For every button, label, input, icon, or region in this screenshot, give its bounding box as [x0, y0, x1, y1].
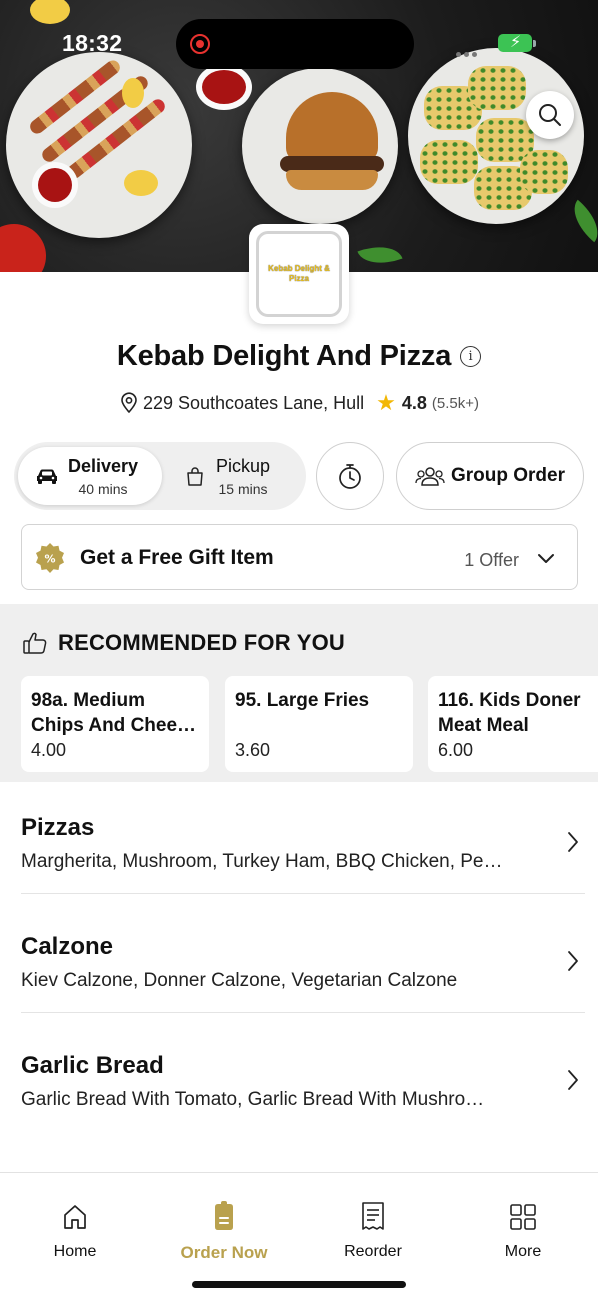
tab-order-now[interactable]: Order Now: [164, 1195, 284, 1263]
recommended-item[interactable]: 95. Large Fries 3.60: [225, 676, 413, 772]
home-indicator: [192, 1281, 406, 1288]
lemon-image: [122, 78, 144, 108]
recommended-item[interactable]: 98a. Medium Chips And Chee… 4.00: [21, 676, 209, 772]
tab-label: Reorder: [344, 1243, 402, 1260]
screen-record-icon: [190, 34, 210, 54]
svg-text:%: %: [44, 553, 55, 566]
location-pin-icon: [121, 392, 137, 414]
category-description: Garlic Bread With Tomato, Garlic Bread W…: [21, 1089, 485, 1110]
chevron-right-icon: [568, 1070, 578, 1090]
pickup-time: 15 mins: [218, 480, 268, 497]
house-icon: [64, 1205, 86, 1229]
tab-reorder[interactable]: Reorder: [313, 1195, 433, 1261]
category-description: Kiev Calzone, Donner Calzone, Vegetarian…: [21, 970, 458, 991]
delivery-label: Delivery: [68, 455, 139, 476]
category-row-pizzas[interactable]: Pizzas Margherita, Mushroom, Turkey Ham,…: [0, 784, 598, 902]
car-icon: [37, 469, 57, 484]
pickup-label: Pickup: [216, 455, 271, 476]
group-order-label: Group Order: [450, 465, 565, 486]
item-price: 3.60: [235, 740, 271, 760]
tomato-image: [0, 224, 46, 272]
leaf-image: [563, 199, 598, 243]
shopping-bag-icon: [187, 467, 203, 486]
sauce-bowl-image: [32, 162, 78, 208]
info-icon[interactable]: i: [460, 346, 482, 367]
item-name-line: Meat Meal: [438, 715, 529, 736]
search-button[interactable]: [526, 91, 574, 139]
bread-image: [520, 150, 568, 194]
category-name: Calzone: [21, 933, 114, 960]
schedule-button[interactable]: [316, 442, 384, 510]
rating-value: 4.8: [401, 392, 427, 413]
item-name-line: 98a. Medium: [31, 690, 146, 711]
offer-banner[interactable]: % Get a Free Gift Item 1 Offer: [21, 524, 578, 590]
category-name: Garlic Bread: [21, 1052, 164, 1079]
item-name-line: Chips And Chee…: [31, 715, 197, 736]
restaurant-name: Kebab Delight And Pizza: [116, 340, 452, 372]
signal-dots-icon: [456, 44, 480, 62]
category-row-calzone[interactable]: Calzone Kiev Calzone, Donner Calzone, Ve…: [0, 903, 598, 1021]
sauce-bowl-image: [196, 64, 252, 110]
item-name-line: 95. Large Fries: [235, 690, 370, 711]
status-time: 18:32: [62, 30, 123, 56]
bread-image: [468, 66, 526, 110]
category-description: Margherita, Mushroom, Turkey Ham, BBQ Ch…: [21, 851, 503, 872]
receipt-icon: [362, 1202, 384, 1230]
lemon-image: [30, 0, 70, 24]
order-bag-icon: [215, 1201, 233, 1230]
restaurant-logo: Kebab Delight & Pizza: [249, 224, 349, 324]
rating-count: (5.5k+): [431, 394, 480, 412]
bread-image: [420, 140, 478, 184]
leaf-image: [357, 237, 403, 272]
divider: [21, 1012, 585, 1013]
chevron-down-icon: [538, 554, 554, 563]
group-icon: [415, 467, 445, 486]
battery-charging-icon: ⚡: [498, 34, 536, 52]
search-icon: [539, 104, 561, 126]
discount-badge-icon: %: [36, 543, 64, 573]
restaurant-meta: 229 Southcoates Lane, Hull ★ 4.8 (5.5k+): [0, 392, 598, 414]
item-price: 4.00: [31, 740, 67, 760]
tab-more[interactable]: More: [463, 1195, 583, 1261]
restaurant-address: 229 Southcoates Lane, Hull: [142, 392, 365, 413]
tab-label: Order Now: [180, 1243, 268, 1262]
pickup-option[interactable]: Pickup 15 mins: [182, 447, 300, 505]
category-row-garlic-bread[interactable]: Garlic Bread Garlic Bread With Tomato, G…: [0, 1022, 598, 1140]
chevron-right-icon: [568, 951, 578, 971]
category-name: Pizzas: [21, 814, 95, 841]
lemon-image: [124, 170, 158, 196]
offer-title: Get a Free Gift Item: [80, 546, 274, 569]
tab-label: More: [504, 1243, 542, 1260]
timer-icon: [339, 464, 361, 489]
logo-text: Kebab Delight & Pizza: [268, 264, 330, 283]
tab-home[interactable]: Home: [15, 1195, 135, 1261]
recommended-title: RECOMMENDED FOR YOU: [58, 630, 345, 655]
delivery-option[interactable]: Delivery 40 mins: [18, 447, 162, 505]
grid-icon: [510, 1204, 536, 1230]
thumbs-up-icon: [23, 632, 47, 654]
item-name-line: 116. Kids Doner: [438, 690, 581, 711]
delivery-time: 40 mins: [78, 480, 128, 497]
chevron-right-icon: [568, 832, 578, 852]
burger-bun-image: [286, 170, 378, 190]
recommended-item[interactable]: 116. Kids Doner Meat Meal 6.00: [428, 676, 598, 772]
dynamic-island: [176, 19, 414, 69]
recommended-section: RECOMMENDED FOR YOU 98a. Medium Chips An…: [0, 604, 598, 782]
tab-label: Home: [53, 1243, 97, 1260]
order-mode-toggle: Delivery 40 mins Pickup 15 mins: [14, 442, 306, 510]
star-icon: ★: [376, 390, 396, 415]
divider: [21, 893, 585, 894]
group-order-button[interactable]: Group Order: [396, 442, 584, 510]
item-price: 6.00: [438, 740, 474, 760]
offer-count: 1 Offer: [464, 550, 519, 570]
